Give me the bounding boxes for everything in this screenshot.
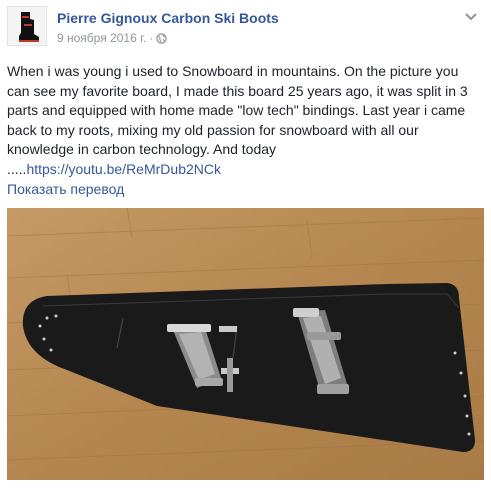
globe-icon[interactable] xyxy=(156,32,168,44)
chevron-down-icon[interactable] xyxy=(463,10,479,24)
page-avatar[interactable] xyxy=(7,6,47,46)
post-timestamp[interactable]: 9 ноября 2016 г. xyxy=(57,31,146,45)
youtube-link[interactable]: https://youtu.be/ReMrDub2NCk xyxy=(26,161,221,177)
post-photo[interactable] xyxy=(7,208,484,480)
post-text: When i was young i used to Snowboard in … xyxy=(7,63,468,177)
meta-separator: · xyxy=(149,31,154,45)
post-header: Pierre Gignoux Carbon Ski Boots 9 ноября… xyxy=(7,6,485,50)
post-meta: 9 ноября 2016 г. · xyxy=(57,31,168,45)
page-name-link[interactable]: Pierre Gignoux Carbon Ski Boots xyxy=(57,10,279,26)
see-translation-link[interactable]: Показать перевод xyxy=(7,181,124,197)
post-body: When i was young i used to Snowboard in … xyxy=(7,62,479,179)
